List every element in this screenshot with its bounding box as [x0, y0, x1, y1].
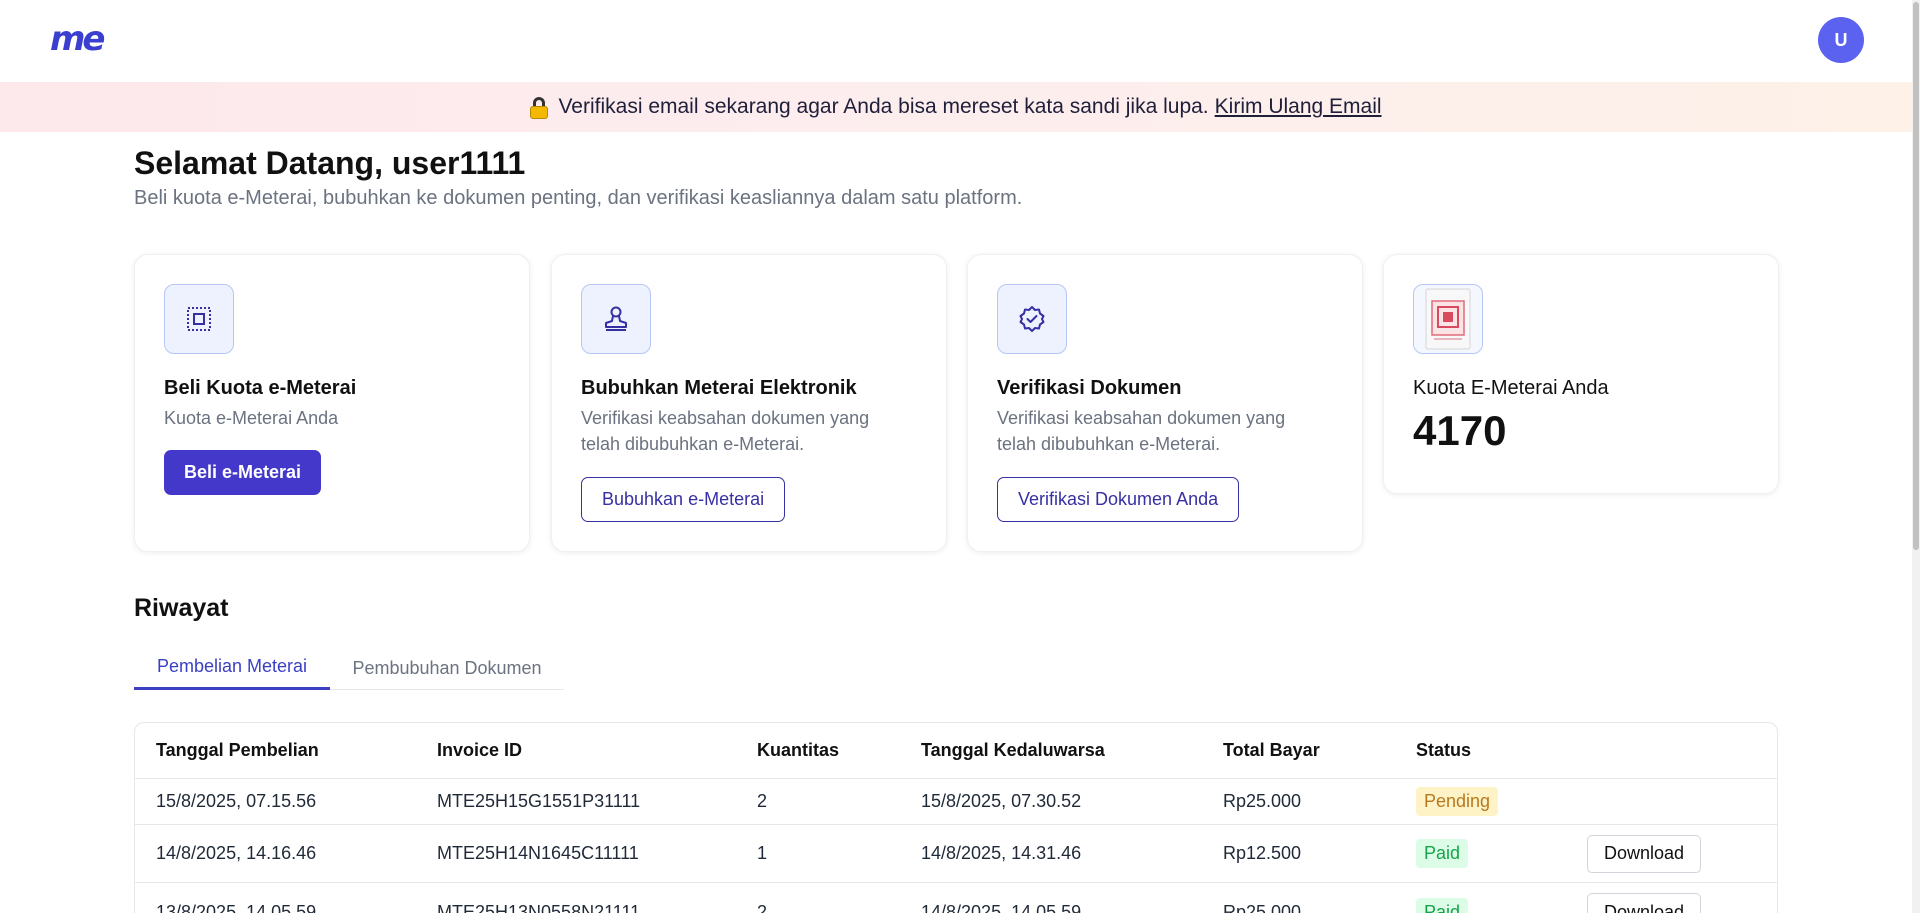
- lock-icon: [530, 97, 549, 119]
- status-badge: Paid: [1416, 897, 1469, 913]
- column-header: Invoice ID: [437, 740, 523, 760]
- download-button[interactable]: Download: [1587, 834, 1702, 873]
- quota-card: Kuota E-Meterai Anda 4170: [1383, 254, 1779, 494]
- expiry-date: 14/8/2025, 14.05.59: [921, 901, 1082, 913]
- card-description: Kuota e-Meterai Anda: [164, 408, 339, 428]
- tab-purchase[interactable]: Pembelian Meterai: [134, 646, 330, 690]
- email-verification-banner: Verifikasi email sekarang agar Anda bisa…: [0, 82, 1912, 132]
- card-description: Verifikasi keabsahan dokumen yang telah …: [997, 408, 1286, 454]
- banner-message: Verifikasi email sekarang agar Anda bisa…: [558, 95, 1209, 118]
- verified-badge-icon: [997, 284, 1067, 354]
- status-badge: Pending: [1416, 787, 1499, 816]
- card-title: Beli Kuota e-Meterai: [164, 377, 357, 399]
- page-subtitle: Beli kuota e-Meterai, bubuhkan ke dokume…: [134, 187, 1023, 209]
- resend-email-link[interactable]: Kirim Ulang Email: [1215, 95, 1382, 119]
- table-header-row: Tanggal Pembelian Invoice ID Kuantitas T…: [135, 723, 1777, 779]
- total-paid: Rp25.000: [1223, 901, 1302, 913]
- purchase-date: 15/8/2025, 07.15.56: [156, 791, 317, 811]
- column-header: Status: [1416, 740, 1472, 760]
- table-row: 14/8/2025, 14.16.46 MTE25H14N1645C11111 …: [135, 825, 1777, 883]
- download-button[interactable]: Download: [1587, 893, 1702, 913]
- purchase-date: 14/8/2025, 14.16.46: [156, 843, 317, 863]
- buy-quota-card: Beli Kuota e-Meterai Kuota e-Meterai And…: [134, 254, 530, 552]
- table-row: 13/8/2025, 14.05.59 MTE25H13N0558N21111 …: [135, 883, 1777, 913]
- verify-document-card: Verifikasi Dokumen Verifikasi keabsahan …: [967, 254, 1363, 552]
- affix-emeterai-button[interactable]: Bubuhkan e-Meterai: [581, 477, 786, 522]
- expiry-date: 15/8/2025, 07.30.52: [921, 791, 1082, 811]
- column-header: Total Bayar: [1223, 740, 1320, 760]
- purchase-date: 13/8/2025, 14.05.59: [156, 901, 317, 913]
- column-header: Tanggal Pembelian: [156, 740, 319, 760]
- history-tabs: Pembelian Meterai Pembubuhan Dokumen: [134, 646, 564, 690]
- status-badge: Paid: [1416, 839, 1469, 868]
- quota-value: 4170: [1413, 407, 1507, 454]
- column-header: Tanggal Kedaluwarsa: [921, 740, 1105, 760]
- user-avatar[interactable]: U: [1818, 17, 1864, 63]
- affix-stamp-card: Bubuhkan Meterai Elektronik Verifikasi k…: [551, 254, 947, 552]
- column-header: Kuantitas: [757, 740, 840, 760]
- expiry-date: 14/8/2025, 14.31.46: [921, 843, 1082, 863]
- invoice-id: MTE25H13N0558N21111: [437, 901, 641, 913]
- quantity: 2: [757, 901, 768, 913]
- verify-document-button[interactable]: Verifikasi Dokumen Anda: [997, 477, 1240, 522]
- emeterai-stamp-icon: [1413, 284, 1483, 354]
- card-title: Bubuhkan Meterai Elektronik: [581, 377, 857, 399]
- invoice-id: MTE25H14N1645C11111: [437, 843, 639, 863]
- select-square-icon: [164, 284, 234, 354]
- total-paid: Rp12.500: [1223, 843, 1302, 863]
- buy-emeterai-button[interactable]: Beli e-Meterai: [164, 450, 322, 495]
- quantity: 2: [757, 791, 768, 811]
- app-logo[interactable]: me: [50, 22, 105, 56]
- history-table: Tanggal Pembelian Invoice ID Kuantitas T…: [134, 722, 1778, 913]
- top-navbar: me U: [0, 0, 1912, 82]
- invoice-id: MTE25H15G1551P31111: [437, 791, 641, 811]
- page-title: Selamat Datang, user1111: [134, 145, 526, 181]
- stamp-icon: [581, 284, 651, 354]
- card-title: Verifikasi Dokumen: [997, 377, 1182, 399]
- history-title: Riwayat: [134, 594, 229, 622]
- table-row: 15/8/2025, 07.15.56 MTE25H15G1551P31111 …: [135, 779, 1777, 825]
- scrollbar-thumb[interactable]: [1913, 2, 1919, 550]
- quantity: 1: [757, 843, 768, 863]
- page-scrollbar[interactable]: [1912, 0, 1920, 913]
- card-description: Verifikasi keabsahan dokumen yang telah …: [581, 408, 870, 454]
- total-paid: Rp25.000: [1223, 791, 1302, 811]
- tab-affixing[interactable]: Pembubuhan Dokumen: [330, 646, 564, 690]
- quota-label: Kuota E-Meterai Anda: [1413, 377, 1609, 399]
